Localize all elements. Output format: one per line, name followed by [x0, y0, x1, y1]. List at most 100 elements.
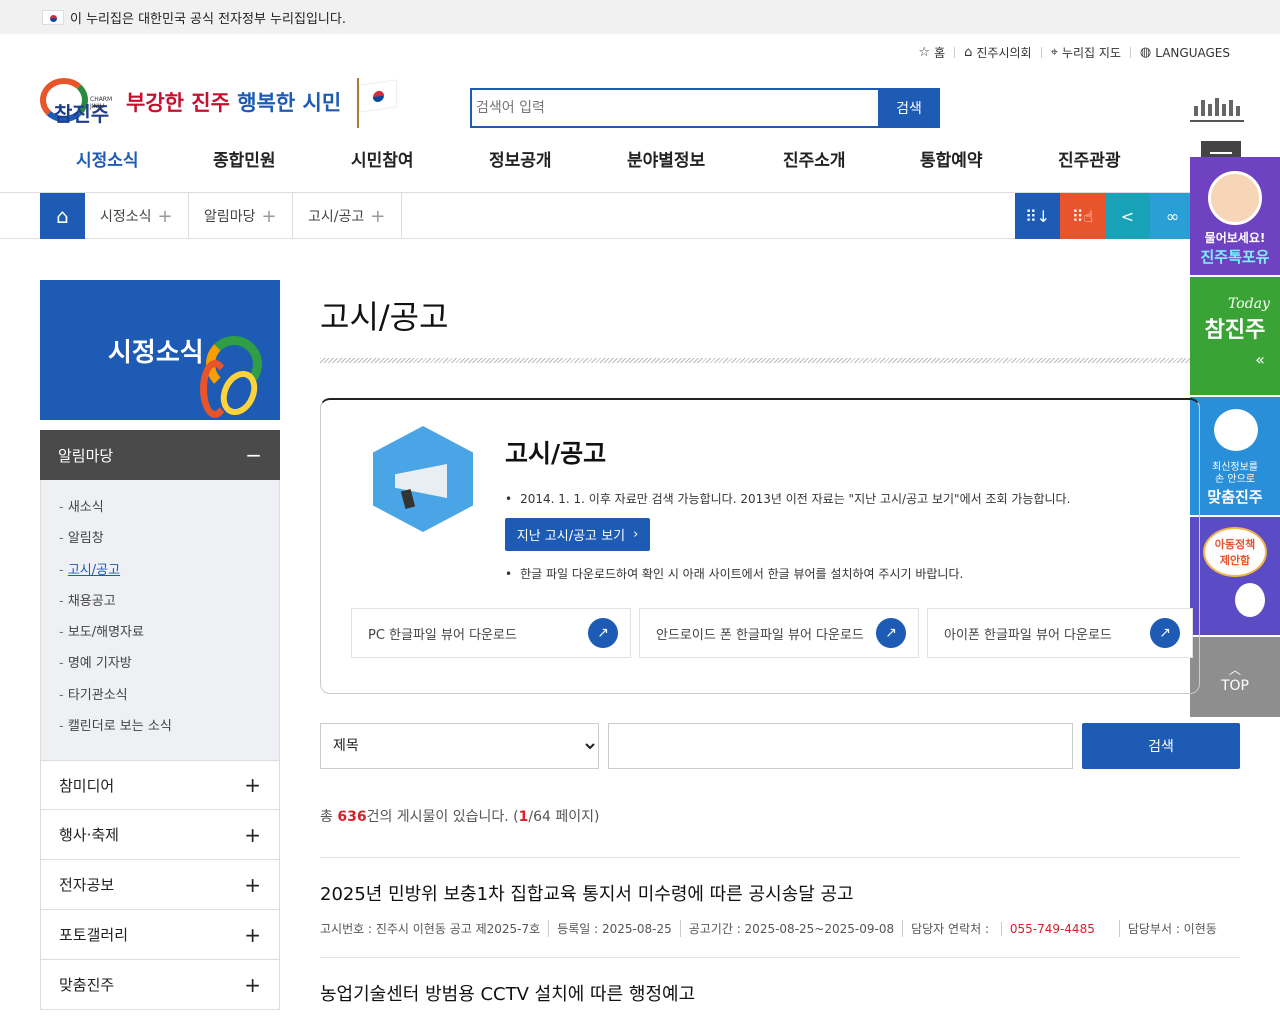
link-icon: ∞: [1165, 206, 1180, 226]
location-bar: ⌂ 시정소식 + 알림마당 + 고시/공고 + ⠿↓ ⠿☝ < ∞: [0, 192, 1280, 239]
board-search: 제목 검색: [320, 723, 1240, 769]
side-nav-sub-item[interactable]: 타기관소식: [59, 686, 279, 717]
download-iphone-viewer-link[interactable]: 아이폰 한글파일 뷰어 다운로드 ↗: [927, 608, 1193, 658]
side-nav-sub-item[interactable]: 새소식: [59, 498, 279, 529]
breadcrumb-level-1[interactable]: 시정소식 +: [85, 193, 189, 239]
mascot-icon: [1235, 583, 1265, 617]
logo-deco-icon: [200, 332, 265, 420]
chatbot-quick-link[interactable]: 물어보세요! 진주톡포유: [1190, 157, 1280, 277]
side-nav: 시정소식 알림마당 − 새소식 알림창 고시/공고 채용공고 보도/해명자료 명…: [40, 280, 280, 1011]
kids-policy-quick-link[interactable]: 아동정책 제안함: [1190, 517, 1280, 637]
gnb-item-tourism[interactable]: 진주관광: [1058, 146, 1178, 171]
gnb-item-participation[interactable]: 시민참여: [351, 146, 471, 171]
map-pin-icon: ⌖: [1050, 45, 1058, 60]
touch-tool-button[interactable]: ⠿☝: [1060, 193, 1105, 239]
side-nav-section[interactable]: 포토갤러리 +: [40, 910, 280, 961]
council-icon: ⌂: [964, 45, 973, 60]
side-nav-section[interactable]: 참미디어 +: [40, 760, 280, 811]
share-icon: <: [1120, 206, 1135, 226]
header-search-input[interactable]: [470, 88, 878, 128]
main-content: 고시/공고 고시/공고 2014. 1. 1. 이후 자료만 검색 가능합니다.…: [320, 280, 1240, 1005]
share-button[interactable]: <: [1105, 193, 1150, 239]
plus-icon: +: [244, 922, 261, 947]
side-nav-section[interactable]: 전자공보 +: [40, 860, 280, 911]
star-icon: ☆: [918, 45, 931, 60]
gnb-item-reservation[interactable]: 통합예약: [920, 146, 1040, 171]
minus-icon: −: [245, 443, 262, 467]
home-icon: ⌂: [56, 204, 69, 228]
external-link-icon: ↗: [588, 618, 618, 648]
custom-jinju-quick-link[interactable]: 최신정보를 손 안으로 맞춤진주: [1190, 397, 1280, 517]
scroll-top-button[interactable]: ︿ TOP: [1190, 637, 1280, 717]
copy-link-button[interactable]: ∞: [1150, 193, 1195, 239]
page-title: 고시/공고: [320, 298, 449, 336]
plus-icon: +: [370, 205, 386, 227]
list-divider: [320, 857, 1240, 858]
utility-nav: ☆ 홈 ⌂ 진주시의회 ⌖ 누리집 지도 ◍ LANGUAGES: [918, 44, 1230, 61]
old-notices-button[interactable]: 지난 고시/공고 보기 ›: [505, 518, 650, 551]
info-box: 고시/공고 2014. 1. 1. 이후 자료만 검색 가능합니다. 2013년…: [320, 398, 1200, 694]
touch-icon: ⠿☝: [1071, 206, 1094, 226]
side-nav-sub-item[interactable]: 명예 기자방: [59, 654, 279, 685]
board-search-button[interactable]: 검색: [1082, 723, 1240, 769]
side-nav-section[interactable]: 맞춤진주 +: [40, 960, 280, 1011]
gnb-item-info-disclosure[interactable]: 정보공개: [489, 146, 609, 171]
plus-icon: +: [244, 822, 261, 847]
download-icon: ⠿↓: [1024, 206, 1051, 226]
gnb-item-city-news[interactable]: 시정소식: [76, 146, 196, 171]
title-divider: [320, 358, 1190, 363]
side-nav-sub-item[interactable]: 보도/해명자료: [59, 623, 279, 654]
breadcrumb-level-3[interactable]: 고시/공고 +: [293, 193, 402, 239]
slogan: 부강한 진주 행복한 시민: [126, 91, 342, 115]
plus-icon: +: [244, 972, 261, 997]
board-search-input[interactable]: [608, 723, 1073, 769]
plus-icon: +: [261, 205, 277, 227]
post-meta: 고시번호 : 진주시 이현동 공고 제2025-7호 등록일 : 2025-08…: [320, 920, 1217, 937]
globe-icon: ◍: [1139, 45, 1152, 60]
external-link-icon: ↗: [876, 618, 906, 648]
info-note: 한글 파일 다운로드하여 확인 시 아래 사이트에서 한글 뷰어를 설치하여 주…: [505, 565, 963, 582]
breadcrumb-level-2[interactable]: 알림마당 +: [189, 193, 293, 239]
chevron-right-icon: ›: [633, 527, 639, 542]
external-link-icon: ↗: [1150, 618, 1180, 648]
side-nav-sub-list: 새소식 알림창 고시/공고 채용공고 보도/해명자료 명예 기자방 타기관소식 …: [40, 480, 280, 761]
post-title-link[interactable]: 농업기술센터 방범용 CCTV 설치에 따른 행정예고: [320, 984, 695, 1005]
side-nav-sub-item[interactable]: 알림창: [59, 529, 279, 560]
gnb-item-field-info[interactable]: 분야별정보: [627, 146, 747, 171]
util-home-link[interactable]: ☆ 홈: [918, 44, 945, 61]
gnb-item-civil-service[interactable]: 종합민원: [213, 146, 333, 171]
breadcrumb-home-button[interactable]: ⌂: [40, 193, 85, 239]
plus-icon: +: [157, 205, 173, 227]
download-pc-viewer-link[interactable]: PC 한글파일 뷰어 다운로드 ↗: [351, 608, 631, 658]
util-languages-link[interactable]: ◍ LANGUAGES: [1140, 45, 1230, 60]
mascot-icon: [1214, 409, 1258, 451]
side-nav-sub-item-active[interactable]: 고시/공고: [59, 561, 279, 592]
gov-banner-text: 이 누리집은 대한민국 공식 전자정부 누리집입니다.: [70, 11, 346, 27]
korea-flag-icon: [355, 76, 399, 128]
util-sitemap-link[interactable]: ⌖ 누리집 지도: [1051, 44, 1121, 61]
site-logo[interactable]: 참진주 CHARM JINJU 부강한 진주 행복한 시민: [40, 76, 399, 128]
side-nav-section[interactable]: 행사·축제 +: [40, 810, 280, 861]
gov-banner: 이 누리집은 대한민국 공식 전자정부 누리집입니다.: [0, 0, 1280, 34]
quick-menu: 물어보세요! 진주톡포유 Today 참진주 « 최신정보를 손 안으로 맞춤진…: [1190, 157, 1280, 717]
chevron-up-icon: ︿: [1228, 662, 1241, 677]
download-android-viewer-link[interactable]: 안드로이드 폰 한글파일 뷰어 다운로드 ↗: [639, 608, 919, 658]
list-item: 2025년 민방위 보충1차 집합교육 통지서 미수령에 따른 공시송달 공고 …: [320, 880, 1240, 937]
util-council-link[interactable]: ⌂ 진주시의회: [964, 44, 1031, 61]
download-tool-button[interactable]: ⠿↓: [1015, 193, 1060, 239]
plus-icon: +: [244, 872, 261, 897]
logo-mark: 참진주 CHARM JINJU: [40, 76, 114, 128]
city-symbol-logo[interactable]: [1190, 90, 1244, 122]
chatbot-avatar-icon: [1208, 171, 1262, 225]
side-nav-section-open[interactable]: 알림마당 −: [40, 430, 280, 480]
header-search-button[interactable]: 검색: [878, 88, 940, 128]
list-item: 농업기술센터 방범용 CCTV 설치에 따른 행정예고: [320, 980, 1240, 1006]
total-count: 총 636건의 게시물이 있습니다. (1/64 페이지): [320, 809, 600, 825]
chevron-left-icon: «: [1255, 349, 1265, 369]
post-title-link[interactable]: 2025년 민방위 보충1차 집합교육 통지서 미수령에 따른 공시송달 공고: [320, 884, 854, 905]
search-field-select[interactable]: 제목: [320, 723, 599, 769]
gnb-item-jinju-intro[interactable]: 진주소개: [783, 146, 903, 171]
side-nav-sub-item[interactable]: 채용공고: [59, 592, 279, 623]
side-nav-sub-item[interactable]: 캘린더로 보는 소식: [59, 717, 279, 748]
list-divider: [320, 957, 1240, 958]
